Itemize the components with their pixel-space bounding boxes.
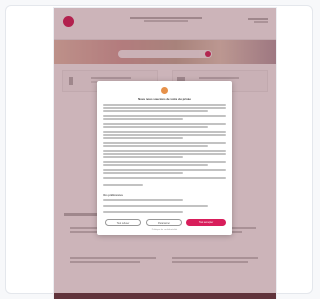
consent-text-line xyxy=(103,150,226,152)
consent-text-line xyxy=(103,153,226,155)
consent-text-line xyxy=(103,107,226,109)
consent-text-line xyxy=(103,110,208,112)
consent-text-line xyxy=(103,172,183,174)
brand-mark-icon xyxy=(161,87,168,94)
privacy-policy-link[interactable]: Politique de confidentialité xyxy=(97,229,232,231)
consent-text-line xyxy=(103,104,226,106)
preferences-heading: Vos préférences xyxy=(103,194,123,197)
accept-all-button[interactable]: Tout accepter xyxy=(186,219,226,226)
consent-text-line xyxy=(103,161,226,163)
cookie-consent-modal: Nous nous soucions de votre vie privée V… xyxy=(97,81,232,235)
consent-text-line xyxy=(103,126,208,128)
consent-text-line xyxy=(103,177,226,179)
preference-option-line[interactable] xyxy=(103,211,183,213)
website-screenshot: Nous nous soucions de votre vie privée V… xyxy=(54,8,276,299)
consent-text-line xyxy=(103,169,226,171)
consent-text-line xyxy=(103,123,226,125)
preference-option-line[interactable] xyxy=(103,199,183,201)
reject-all-button[interactable]: Tout refuser xyxy=(105,219,141,226)
consent-text-line xyxy=(103,142,226,144)
modal-title: Nous nous soucions de votre vie privée xyxy=(138,97,191,101)
preference-option-line[interactable] xyxy=(103,205,208,207)
consent-text-line xyxy=(103,145,208,147)
consent-text-line xyxy=(103,164,208,166)
manage-preferences-button[interactable]: Paramétrer xyxy=(146,219,182,226)
consent-text-line xyxy=(103,115,226,117)
consent-text-line xyxy=(103,131,226,133)
consent-text-line xyxy=(103,134,226,136)
consent-text-line xyxy=(103,118,183,120)
consent-text-line xyxy=(103,156,183,158)
consent-text-line xyxy=(103,137,183,139)
consent-link-line[interactable] xyxy=(103,184,143,186)
